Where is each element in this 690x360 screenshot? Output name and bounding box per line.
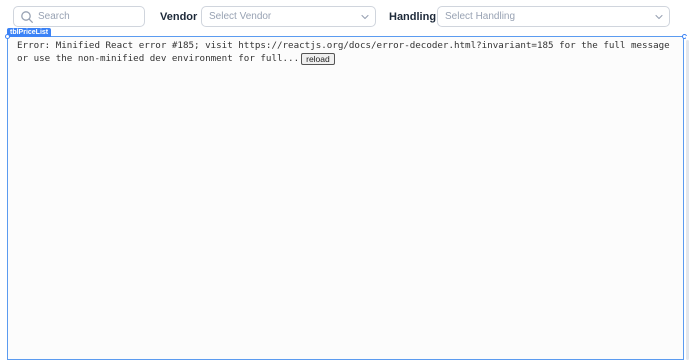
- price-list-component-frame: [7, 36, 684, 360]
- scrollbar-thumb[interactable]: [686, 40, 689, 360]
- handling-select-placeholder: Select Handling: [445, 11, 516, 22]
- handling-select[interactable]: Select Handling: [437, 6, 670, 27]
- error-message: Error: Minified React error #185; visit …: [17, 40, 670, 64]
- search-input[interactable]: [38, 8, 138, 25]
- search-box[interactable]: [13, 6, 145, 27]
- vendor-select-placeholder: Select Vendor: [209, 11, 272, 22]
- reload-button[interactable]: reload: [301, 52, 335, 65]
- error-message-block: Error: Minified React error #185; visit …: [17, 39, 677, 65]
- chevron-down-icon: [361, 14, 369, 20]
- vendor-select[interactable]: Select Vendor: [201, 6, 376, 27]
- component-tag: tblPriceList: [7, 28, 52, 37]
- page: Vendor Select Vendor Handling Select Han…: [0, 0, 690, 360]
- handling-label: Handling: [389, 11, 437, 23]
- search-icon: [21, 11, 33, 23]
- vendor-label: Vendor: [160, 11, 198, 23]
- chevron-down-icon: [655, 14, 663, 20]
- resize-handle-top-left[interactable]: [5, 34, 10, 39]
